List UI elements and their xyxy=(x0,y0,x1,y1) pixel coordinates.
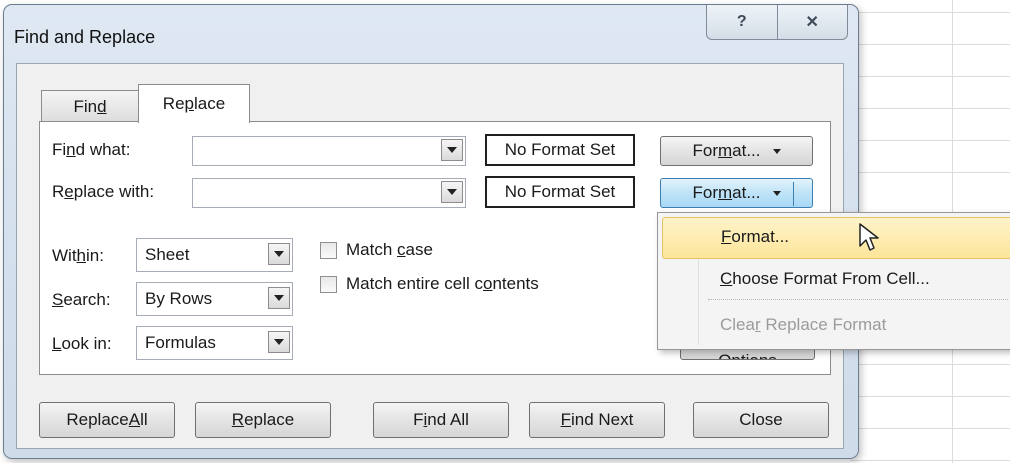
match-entire-label[interactable]: Match entire cell contents xyxy=(346,274,539,294)
menu-divider xyxy=(708,299,1008,300)
tab-find-accel: d xyxy=(97,97,107,116)
format-dropdown-menu: Format... Choose Format From Cell... Cle… xyxy=(657,212,1010,350)
match-case-checkbox[interactable] xyxy=(320,242,337,259)
dialog-title: Find and Replace xyxy=(14,27,156,47)
row-divider xyxy=(850,460,1010,461)
replace-format-preview: No Format Set xyxy=(485,176,635,208)
close-button[interactable]: Close xyxy=(693,402,829,438)
look-in-dropdown-icon[interactable] xyxy=(268,331,290,353)
mouse-pointer-icon xyxy=(859,223,879,251)
row-divider xyxy=(850,12,1010,13)
find-what-label: Find what: xyxy=(52,140,131,159)
search-label: Search: xyxy=(52,290,111,309)
search-dropdown-icon[interactable] xyxy=(268,287,290,309)
help-icon[interactable]: ? xyxy=(707,5,777,39)
find-all-button[interactable]: Fi nd All xyxy=(373,402,509,438)
look-in-select[interactable]: Formulas xyxy=(136,326,293,360)
row-divider xyxy=(850,364,1010,365)
row-divider xyxy=(850,172,1010,173)
tab-replace[interactable]: Re p lace xyxy=(138,84,250,123)
tab-find-label: Fin xyxy=(73,97,98,116)
tab-replace-accel: p xyxy=(184,94,194,113)
chevron-down-icon xyxy=(772,148,781,154)
look-in-value: Formulas xyxy=(145,333,216,352)
look-in-label: Look in: xyxy=(52,334,112,353)
match-entire-checkbox[interactable] xyxy=(320,276,337,293)
row-divider xyxy=(850,140,1010,141)
within-value: Sheet xyxy=(145,245,190,264)
chevron-down-icon xyxy=(772,190,781,196)
tab-replace-label-rest: lace xyxy=(194,94,226,113)
replace-format-button[interactable]: For m at... xyxy=(660,178,813,208)
within-select[interactable]: Sheet xyxy=(136,238,293,272)
tab-replace-label: Re xyxy=(162,94,185,113)
caption-buttons: ? ✕ xyxy=(706,5,848,40)
row-divider xyxy=(850,76,1010,77)
replace-button[interactable]: Replace xyxy=(195,402,331,438)
find-next-button[interactable]: Find Next xyxy=(529,402,665,438)
search-value: By Rows xyxy=(145,289,213,308)
replace-all-button[interactable]: Replace All xyxy=(39,402,175,438)
find-what-dropdown-icon[interactable] xyxy=(441,139,463,161)
match-case-label[interactable]: Match case xyxy=(346,240,433,260)
menu-item-clear-replace-format: Clear Replace Format xyxy=(720,315,887,334)
within-dropdown-icon[interactable] xyxy=(268,243,290,265)
close-icon[interactable]: ✕ xyxy=(776,5,848,39)
row-divider xyxy=(850,108,1010,109)
replace-with-input[interactable] xyxy=(192,178,466,208)
replace-with-label: Replace with: xyxy=(52,182,155,201)
row-divider xyxy=(850,396,1010,397)
tab-find[interactable]: Fin d xyxy=(41,90,139,123)
search-select[interactable]: By Rows xyxy=(136,282,293,316)
find-format-preview: No Format Set xyxy=(485,134,635,166)
find-format-button[interactable]: For m at... xyxy=(660,136,813,166)
row-divider xyxy=(850,44,1010,45)
menu-item-format[interactable]: Format... xyxy=(662,217,1010,259)
find-what-input[interactable] xyxy=(192,136,466,166)
replace-with-dropdown-icon[interactable] xyxy=(441,181,463,203)
within-label: Within: xyxy=(52,246,104,265)
menu-item-choose-format-from-cell[interactable]: Choose Format From Cell... xyxy=(658,259,1010,299)
row-divider xyxy=(850,428,1010,429)
